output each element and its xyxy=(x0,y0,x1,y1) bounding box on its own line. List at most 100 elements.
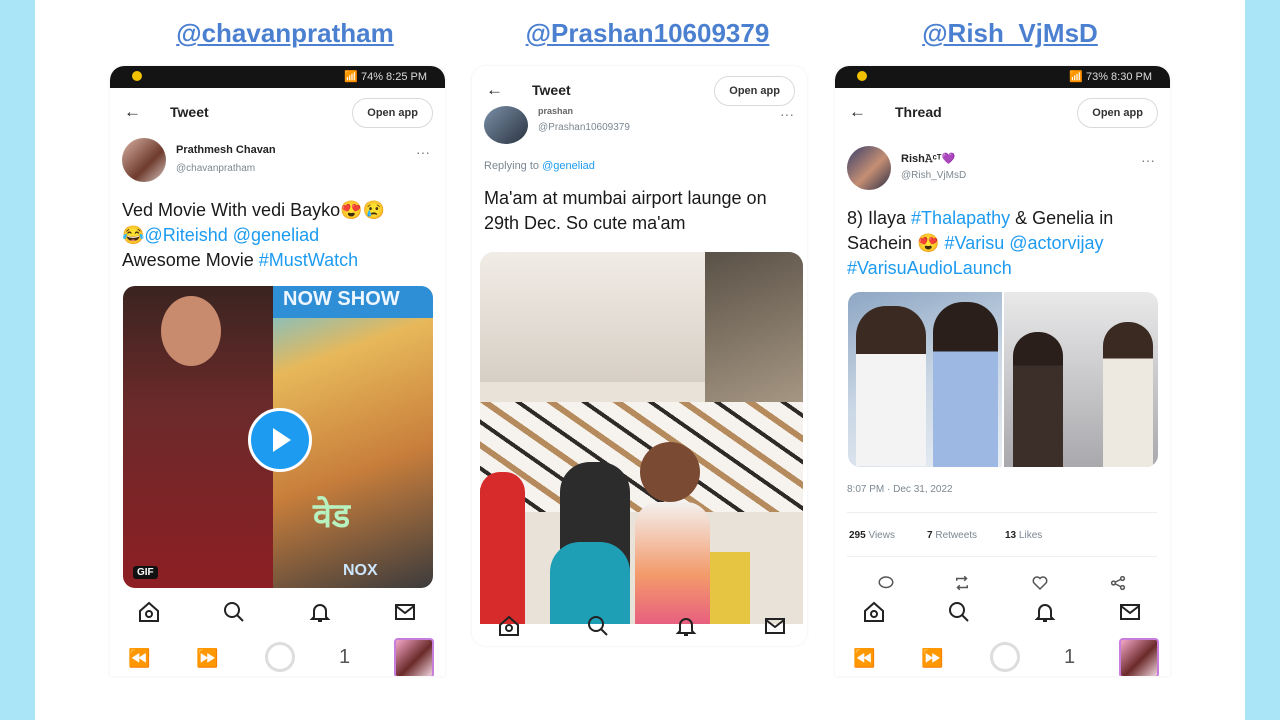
play-button[interactable] xyxy=(248,408,312,472)
rewind-icon[interactable]: ⏪ xyxy=(853,648,875,669)
back-arrow-icon[interactable]: ← xyxy=(124,102,141,122)
tab-count[interactable]: 1 xyxy=(1064,646,1075,669)
share-icon[interactable] xyxy=(1109,574,1127,592)
bottom-nav xyxy=(835,600,1170,630)
mention-geneliad[interactable]: @geneliad xyxy=(233,225,319,245)
phone-screenshot-2: ← Tweet Open app prashan @Prashan1060937… xyxy=(472,66,807,646)
status-bar: 📶 73% 8:30 PM xyxy=(835,66,1170,88)
home-icon[interactable] xyxy=(862,600,886,624)
hashtag-varisu[interactable]: #Varisu xyxy=(945,233,1005,253)
bell-icon[interactable] xyxy=(674,614,698,638)
search-icon[interactable] xyxy=(947,600,971,624)
user-name[interactable]: Rish𝙰ᶜᵀ💜 xyxy=(901,152,955,166)
open-app-button[interactable]: Open app xyxy=(1077,98,1158,128)
more-options-icon[interactable]: ··· xyxy=(416,144,430,160)
photo-left-man xyxy=(856,306,926,466)
notification-dot xyxy=(132,71,142,81)
avatar[interactable] xyxy=(847,146,891,190)
play-icon xyxy=(273,428,291,452)
status-bar: 📶 74% 8:25 PM xyxy=(110,66,445,88)
tweet-timestamp: 8:07 PM · Dec 31, 2022 xyxy=(847,484,953,495)
forward-icon[interactable]: ⏩ xyxy=(196,648,218,669)
retweets-stat[interactable]: 7 Retweets xyxy=(927,530,977,541)
mail-icon[interactable] xyxy=(763,614,787,638)
profile-thumbnail[interactable] xyxy=(394,638,434,676)
home-circle-button[interactable] xyxy=(265,642,295,672)
back-arrow-icon[interactable]: ← xyxy=(486,80,503,100)
retweet-icon[interactable] xyxy=(953,574,971,592)
photo-person-genelia xyxy=(635,502,710,624)
home-icon[interactable] xyxy=(497,614,521,638)
profile-thumbnail[interactable] xyxy=(1119,638,1159,676)
avatar[interactable] xyxy=(484,106,528,144)
header-title: Thread xyxy=(895,104,942,120)
photo-face xyxy=(640,442,700,502)
tweet-header: ← Tweet Open app xyxy=(110,96,445,130)
photo-right-woman xyxy=(1013,332,1063,467)
reply-icon[interactable] xyxy=(877,574,895,592)
forward-icon[interactable]: ⏩ xyxy=(921,648,943,669)
tab-count[interactable]: 1 xyxy=(339,646,350,669)
hashtag-varisuaudiolaunch[interactable]: #VarisuAudioLaunch xyxy=(847,258,1012,278)
replying-to: Replying to @geneliad xyxy=(484,160,595,172)
replying-handle[interactable]: @geneliad xyxy=(542,160,595,172)
back-arrow-icon[interactable]: ← xyxy=(849,102,866,122)
user-handle[interactable]: @Rish_VjMsD xyxy=(901,170,966,181)
header-title: Tweet xyxy=(532,82,571,98)
like-icon[interactable] xyxy=(1031,574,1049,592)
more-options-icon[interactable]: ··· xyxy=(1141,152,1155,168)
tweet-photos[interactable] xyxy=(848,292,1158,467)
photo-person-teal xyxy=(550,542,630,624)
thread-header: ← Thread Open app xyxy=(835,96,1170,130)
home-icon[interactable] xyxy=(137,600,161,624)
photo-person-red xyxy=(480,472,525,624)
tweet-text: Ved Movie With vedi Bayko😍😢 😂@Riteishd @… xyxy=(122,198,442,273)
bell-icon[interactable] xyxy=(308,600,332,624)
photo-right-man xyxy=(1103,322,1153,467)
notification-dot xyxy=(857,71,867,81)
hashtag-thalapathy[interactable]: #Thalapathy xyxy=(911,208,1010,228)
more-options-icon[interactable]: ··· xyxy=(780,106,794,122)
tweet-line-2: 😂@Riteishd @geneliad xyxy=(122,225,320,245)
views-stat: 295 Views xyxy=(849,530,895,541)
user-handle[interactable]: @chavanpratham xyxy=(176,163,255,174)
photo-left-woman xyxy=(933,302,998,467)
tweet-photo[interactable] xyxy=(480,252,803,624)
search-icon[interactable] xyxy=(222,600,246,624)
tweet-text: Ma'am at mumbai airport launge on 29th D… xyxy=(484,188,767,233)
home-circle-button[interactable] xyxy=(990,642,1020,672)
handle-caption-2[interactable]: @Prashan10609379 xyxy=(505,18,790,49)
search-icon[interactable] xyxy=(586,614,610,638)
user-name[interactable]: prashan xyxy=(538,106,573,116)
open-app-button[interactable]: Open app xyxy=(714,76,795,106)
browser-controls: ⏪ ⏩ 1 xyxy=(835,638,1170,676)
rewind-icon[interactable]: ⏪ xyxy=(128,648,150,669)
browser-controls: ⏪ ⏩ 1 xyxy=(110,638,445,676)
tweet-text: 8) Ilaya #Thalapathy & Genelia in Sachei… xyxy=(847,208,1114,278)
divider xyxy=(847,556,1157,557)
user-handle[interactable]: @Prashan10609379 xyxy=(538,122,630,133)
hashtag-mustwatch[interactable]: #MustWatch xyxy=(259,250,358,270)
tweet-header: ← Tweet Open app xyxy=(472,74,807,108)
bell-icon[interactable] xyxy=(1033,600,1057,624)
status-text: 📶 74% 8:25 PM xyxy=(344,71,427,83)
avatar[interactable] xyxy=(122,138,166,182)
handle-caption-1[interactable]: @chavanpratham xyxy=(160,18,410,49)
header-title: Tweet xyxy=(170,104,209,120)
tweet-video[interactable]: NOW SHOW वेड NOX GIF xyxy=(123,286,433,588)
mail-icon[interactable] xyxy=(393,600,417,624)
mention-riteishd[interactable]: @Riteishd xyxy=(144,225,227,245)
left-side-band xyxy=(0,0,35,720)
phone-screenshot-1: 📶 74% 8:25 PM ← Tweet Open app Prathmesh… xyxy=(110,66,445,676)
user-name[interactable]: Prathmesh Chavan xyxy=(176,144,276,156)
open-app-button[interactable]: Open app xyxy=(352,98,433,128)
poster-text: NOW SHOW xyxy=(283,288,400,310)
photo-wall-pattern xyxy=(480,402,803,512)
mail-icon[interactable] xyxy=(1118,600,1142,624)
status-text: 📶 73% 8:30 PM xyxy=(1069,71,1152,83)
likes-stat[interactable]: 13 Likes xyxy=(1005,530,1042,541)
divider xyxy=(847,512,1157,513)
handle-caption-3[interactable]: @Rish_VjMsD xyxy=(880,18,1140,49)
mention-actorvijay[interactable]: @actorvijay xyxy=(1009,233,1103,253)
gif-badge: GIF xyxy=(133,566,158,579)
